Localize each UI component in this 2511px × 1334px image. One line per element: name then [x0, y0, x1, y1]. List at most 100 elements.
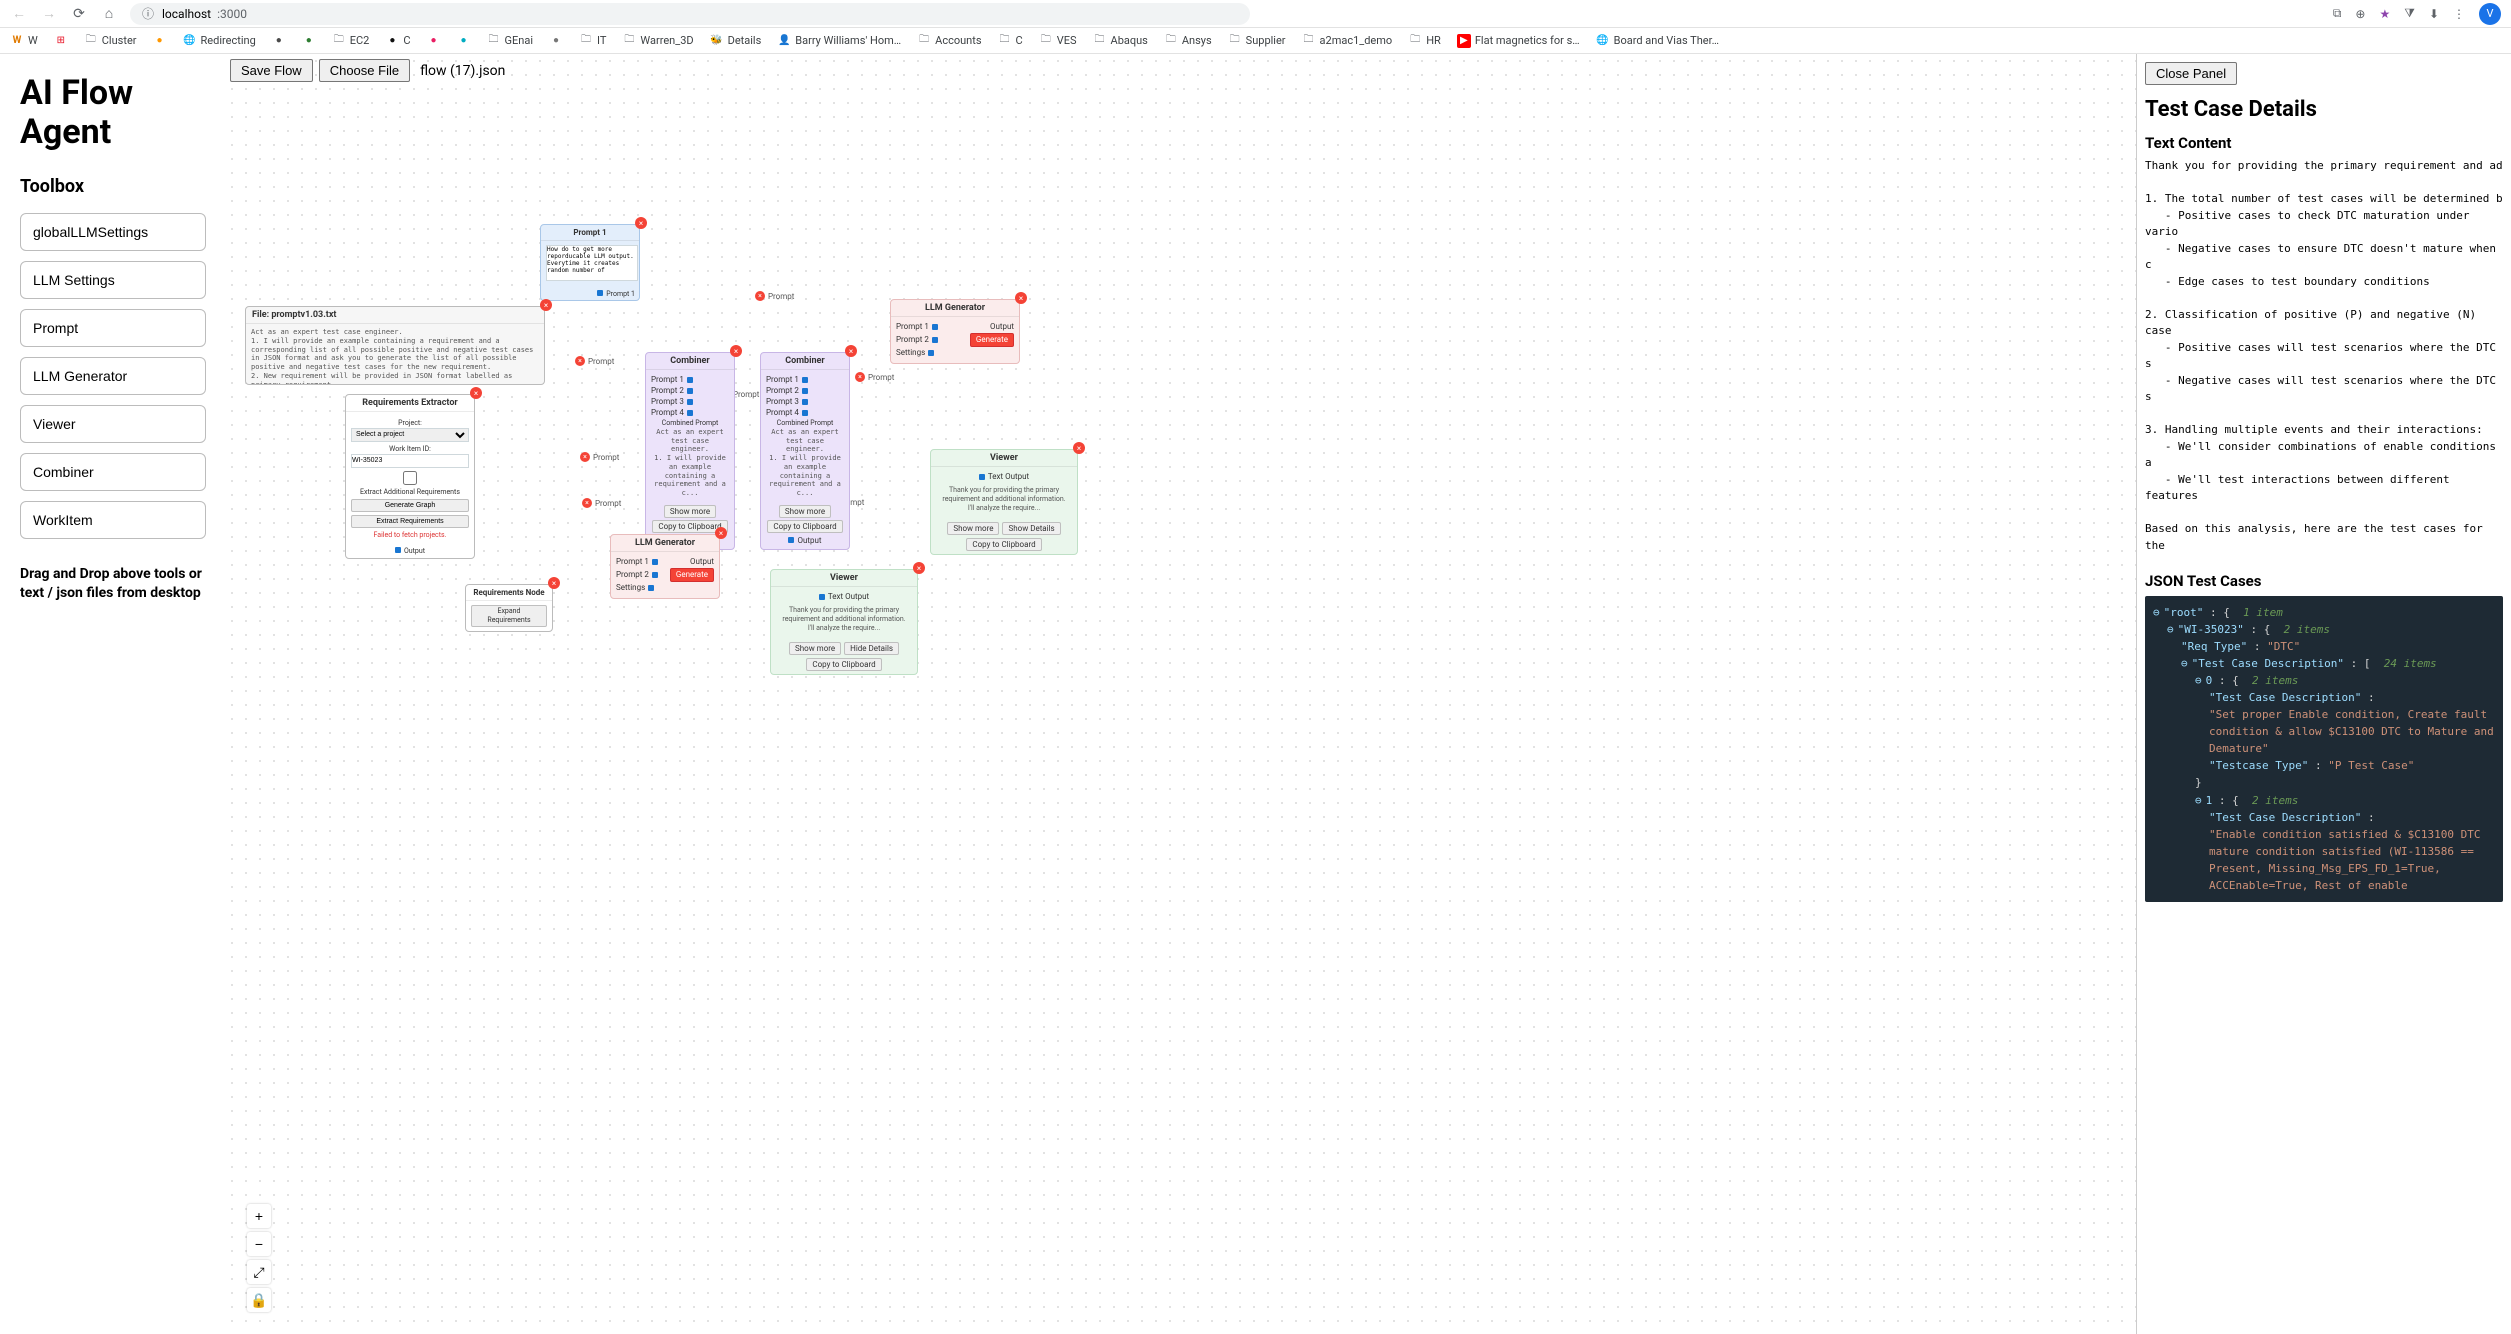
- tool-button-combiner[interactable]: Combiner: [20, 453, 206, 491]
- bookmark-star-icon[interactable]: ★: [2379, 7, 2390, 21]
- bookmark-item[interactable]: 🗀a2mac1_demo: [1302, 34, 1393, 48]
- bookmark-item[interactable]: ⊞: [54, 34, 68, 48]
- site-info-icon[interactable]: ⓘ: [140, 5, 156, 22]
- save-flow-button[interactable]: Save Flow: [230, 59, 313, 82]
- bookmark-item[interactable]: 🗀VES: [1039, 34, 1077, 48]
- bookmark-item[interactable]: ▶Flat magnetics for s…: [1457, 34, 1580, 48]
- zoom-in-button[interactable]: +: [247, 1204, 271, 1228]
- zoom-out-button[interactable]: −: [247, 1232, 271, 1256]
- bookmark-item[interactable]: 🗀Ansys: [1164, 34, 1212, 48]
- node-combiner-1[interactable]: × Combiner Prompt 1 Prompt 2 Prompt 3 Pr…: [645, 352, 735, 550]
- copy-clipboard-button[interactable]: Copy to Clipboard: [966, 538, 1041, 551]
- bookmark-item[interactable]: 🗀C: [998, 34, 1023, 48]
- show-more-button[interactable]: Show more: [789, 642, 841, 655]
- input-port-icon[interactable]: [802, 377, 808, 383]
- input-port-icon[interactable]: [687, 388, 693, 394]
- node-requirements-extractor[interactable]: × Requirements Extractor Project: Select…: [345, 394, 475, 559]
- tool-button-globalllmsettings[interactable]: globalLLMSettings: [20, 213, 206, 251]
- fit-view-button[interactable]: ⤢: [247, 1260, 271, 1284]
- input-port-icon[interactable]: [802, 388, 808, 394]
- generate-button[interactable]: Generate: [670, 568, 714, 582]
- bookmark-item[interactable]: 👤Barry Williams' Hom…: [777, 34, 901, 48]
- node-viewer-1[interactable]: × Viewer Text Output Thank you for provi…: [770, 569, 918, 675]
- extract-additional-checkbox[interactable]: [351, 471, 469, 485]
- bookmark-item[interactable]: 🗀HR: [1408, 34, 1441, 48]
- json-collapse-icon[interactable]: ⊖: [2167, 623, 2174, 636]
- bookmark-item[interactable]: 🗀GEnai: [487, 34, 533, 48]
- tool-button-llm-generator[interactable]: LLM Generator: [20, 357, 206, 395]
- tool-button-prompt[interactable]: Prompt: [20, 309, 206, 347]
- input-port-icon[interactable]: [932, 324, 938, 330]
- generate-graph-button[interactable]: Generate Graph: [351, 499, 469, 512]
- output-port-icon[interactable]: [395, 547, 401, 553]
- bookmark-item[interactable]: 🌐Redirecting: [183, 34, 256, 48]
- bookmark-item[interactable]: ●: [457, 34, 471, 48]
- project-select[interactable]: Select a project: [351, 428, 469, 442]
- tool-button-workitem[interactable]: WorkItem: [20, 501, 206, 539]
- zoom-icon[interactable]: ⊕: [2355, 7, 2365, 21]
- extract-requirements-button[interactable]: Extract Requirements: [351, 515, 469, 528]
- input-port-icon[interactable]: [687, 377, 693, 383]
- json-tree[interactable]: ⊖"root" : { 1 item ⊖"WI-35023" : { 2 ite…: [2145, 596, 2503, 902]
- bookmark-item[interactable]: ●: [427, 34, 441, 48]
- input-port-icon[interactable]: [802, 399, 808, 405]
- node-delete-icon[interactable]: ×: [635, 217, 647, 229]
- bookmark-item[interactable]: 🗀Accounts: [917, 34, 981, 48]
- node-prompt-1[interactable]: × Prompt 1 Prompt 1: [540, 224, 640, 301]
- delete-edge-icon[interactable]: ×: [855, 372, 865, 382]
- delete-edge-icon[interactable]: ×: [582, 498, 592, 508]
- input-port-icon[interactable]: [652, 572, 658, 578]
- choose-file-button[interactable]: Choose File: [319, 59, 410, 82]
- input-port-icon[interactable]: [687, 399, 693, 405]
- profile-avatar[interactable]: V: [2479, 3, 2501, 25]
- node-llm-generator-1[interactable]: × LLM Generator Prompt 1 Output Prompt 2…: [610, 534, 720, 599]
- node-delete-icon[interactable]: ×: [730, 345, 742, 357]
- close-panel-button[interactable]: Close Panel: [2145, 62, 2237, 85]
- node-viewer-2[interactable]: × Viewer Text Output Thank you for provi…: [930, 449, 1078, 555]
- tool-button-llm-settings[interactable]: LLM Settings: [20, 261, 206, 299]
- workitem-input[interactable]: [351, 454, 469, 468]
- input-port-icon[interactable]: [802, 410, 808, 416]
- bookmark-item[interactable]: 🗀Abaqus: [1093, 34, 1148, 48]
- json-collapse-icon[interactable]: ⊖: [2195, 674, 2202, 687]
- expand-requirements-button[interactable]: Expand Requirements: [471, 605, 547, 627]
- input-port-icon[interactable]: [652, 559, 658, 565]
- output-port-icon[interactable]: [788, 537, 794, 543]
- bookmark-item[interactable]: 🗀IT: [579, 34, 606, 48]
- node-delete-icon[interactable]: ×: [1073, 442, 1085, 454]
- json-collapse-icon[interactable]: ⊖: [2181, 657, 2188, 670]
- show-details-button[interactable]: Show Details: [1002, 522, 1060, 535]
- hide-details-button[interactable]: Hide Details: [844, 642, 899, 655]
- node-file[interactable]: × File: promptv1.03.txt Act as an expert…: [245, 306, 545, 385]
- bookmark-item[interactable]: 🌐Board and Vias Ther…: [1596, 34, 1719, 48]
- node-delete-icon[interactable]: ×: [1015, 292, 1027, 304]
- bookmark-item[interactable]: ●C: [385, 34, 410, 48]
- nav-forward-icon[interactable]: →: [40, 5, 58, 23]
- delete-edge-icon[interactable]: ×: [575, 356, 585, 366]
- delete-edge-icon[interactable]: ×: [755, 291, 765, 301]
- input-port-icon[interactable]: [932, 337, 938, 343]
- input-port-icon[interactable]: [687, 410, 693, 416]
- copy-clipboard-button[interactable]: Copy to Clipboard: [767, 520, 842, 533]
- bookmark-item[interactable]: ●: [302, 34, 316, 48]
- delete-edge-icon[interactable]: ×: [580, 452, 590, 462]
- node-delete-icon[interactable]: ×: [470, 387, 482, 399]
- bookmark-item[interactable]: 🗀EC2: [332, 34, 370, 48]
- node-delete-icon[interactable]: ×: [715, 527, 727, 539]
- install-app-icon[interactable]: ⧉: [2333, 6, 2342, 21]
- node-delete-icon[interactable]: ×: [548, 577, 560, 589]
- show-more-button[interactable]: Show more: [779, 505, 831, 518]
- generate-button[interactable]: Generate: [970, 333, 1014, 347]
- copy-clipboard-button[interactable]: Copy to Clipboard: [806, 658, 881, 671]
- settings-port-icon[interactable]: [648, 585, 654, 591]
- json-collapse-icon[interactable]: ⊖: [2195, 794, 2202, 807]
- show-more-button[interactable]: Show more: [947, 522, 999, 535]
- bookmark-item[interactable]: 🗀Warren_3D: [622, 34, 693, 48]
- bookmark-item[interactable]: ●: [272, 34, 286, 48]
- download-icon[interactable]: ⬇: [2429, 7, 2439, 21]
- json-collapse-icon[interactable]: ⊖: [2153, 606, 2160, 619]
- show-more-button[interactable]: Show more: [664, 505, 716, 518]
- node-requirements[interactable]: × Requirements Node Expand Requirements: [465, 584, 553, 632]
- bookmark-item[interactable]: ●: [549, 34, 563, 48]
- bookmark-item[interactable]: ●: [153, 34, 167, 48]
